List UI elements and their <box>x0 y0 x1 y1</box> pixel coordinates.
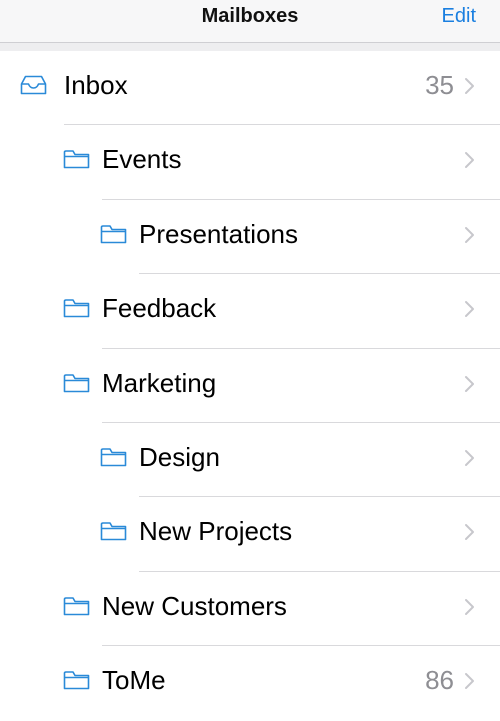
unread-count: 86 <box>425 665 454 696</box>
folder-icon <box>63 373 90 393</box>
mailbox-label: Design <box>139 441 220 472</box>
mailbox-row-new-customers[interactable]: New Customers <box>0 571 500 647</box>
mailbox-label: New Customers <box>102 590 287 621</box>
folder-icon <box>100 521 127 541</box>
mailbox-row-tome[interactable]: ToMe 86 <box>0 646 500 721</box>
chevron-right-icon <box>464 226 476 244</box>
mailbox-list: Inbox 35 Events Presentations Feedback M… <box>0 51 500 721</box>
chevron-right-icon <box>464 375 476 393</box>
folder-icon <box>63 596 90 616</box>
mailbox-row-marketing[interactable]: Marketing <box>0 348 500 423</box>
chevron-right-icon <box>464 77 476 95</box>
folder-icon <box>100 447 127 467</box>
edit-button[interactable]: Edit <box>442 5 476 28</box>
mailbox-row-inbox[interactable]: Inbox 35 <box>0 51 500 126</box>
folder-icon <box>63 670 90 690</box>
mailbox-label: Events <box>102 144 182 175</box>
chevron-right-icon <box>464 598 476 616</box>
unread-count: 35 <box>425 70 454 100</box>
mailbox-row-presentations[interactable]: Presentations <box>0 199 500 275</box>
header-separator-band <box>0 43 500 51</box>
mailbox-row-events[interactable]: Events <box>0 125 500 200</box>
mailbox-row-new-projects[interactable]: New Projects <box>0 497 500 572</box>
chevron-right-icon <box>464 523 476 541</box>
page-title: Mailboxes <box>201 5 299 27</box>
mailbox-row-design[interactable]: Design <box>0 422 500 498</box>
folder-icon <box>100 224 127 244</box>
mailbox-label: Feedback <box>102 293 217 324</box>
mailbox-label: Inbox <box>64 70 128 100</box>
navigation-bar: Mailboxes Edit <box>0 0 500 43</box>
mailbox-label: Presentations <box>139 218 298 249</box>
folder-icon <box>63 298 90 318</box>
chevron-right-icon <box>464 449 476 467</box>
mailbox-label: New Projects <box>139 516 293 547</box>
mailbox-label: Marketing <box>102 367 217 398</box>
chevron-right-icon <box>464 300 476 318</box>
chevron-right-icon <box>464 151 476 169</box>
mailbox-row-feedback[interactable]: Feedback <box>0 274 500 349</box>
mailbox-label: ToMe <box>102 665 166 696</box>
chevron-right-icon <box>464 672 476 690</box>
folder-icon <box>63 149 90 169</box>
inbox-tray-icon <box>20 75 47 95</box>
